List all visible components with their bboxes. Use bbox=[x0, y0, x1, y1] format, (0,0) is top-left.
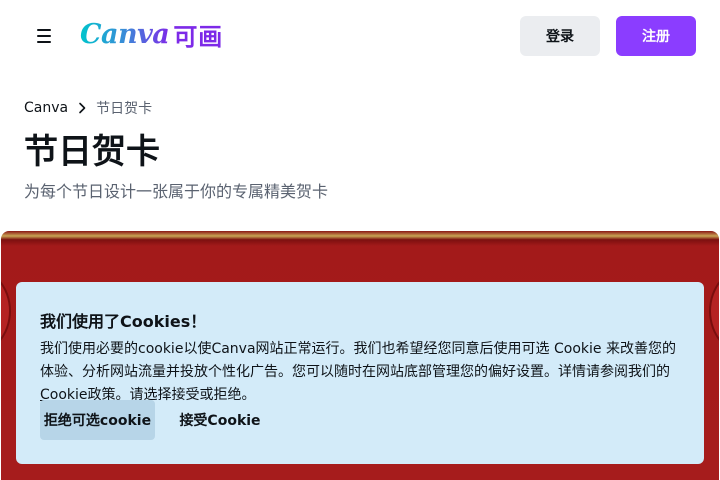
accept-cookies-button[interactable]: 接受Cookie bbox=[171, 400, 269, 440]
login-button[interactable]: 登录 bbox=[520, 16, 600, 56]
page-subtitle: 为每个节日设计一张属于你的专属精美贺卡 bbox=[24, 182, 329, 201]
hamburger-menu-icon[interactable] bbox=[28, 24, 60, 48]
top-header: Canva 可画 登录 注册 bbox=[0, 0, 720, 72]
hero-decoration bbox=[709, 266, 719, 356]
signup-button[interactable]: 注册 bbox=[616, 16, 696, 56]
canva-logo[interactable]: Canva 可画 bbox=[80, 16, 223, 52]
page-title: 节日贺卡 bbox=[24, 132, 160, 172]
breadcrumb-current: 节日贺卡 bbox=[96, 101, 153, 117]
logo-wordmark: Canva bbox=[80, 18, 170, 50]
cookie-consent-banner: 我们使用了Cookies！ 我们使用必要的cookie以使Canva网站正常运行… bbox=[16, 282, 704, 464]
cookie-banner-title: 我们使用了Cookies！ bbox=[40, 312, 207, 331]
breadcrumb-home-link[interactable]: Canva bbox=[24, 100, 68, 116]
hero-decoration bbox=[1, 266, 11, 356]
reject-optional-cookies-button[interactable]: 拒绝可选cookie bbox=[40, 400, 155, 440]
chevron-right-icon bbox=[68, 102, 96, 114]
cookie-text-before-link: 我们使用必要的cookie以使Canva网站正常运行。我们也希望经您同意后使用可… bbox=[40, 341, 676, 380]
breadcrumb: Canva 节日贺卡 bbox=[24, 97, 152, 119]
cookie-banner-text: 我们使用必要的cookie以使Canva网站正常运行。我们也希望经您同意后使用可… bbox=[40, 338, 688, 407]
logo-chinese-wordmark: 可画 bbox=[173, 22, 224, 51]
